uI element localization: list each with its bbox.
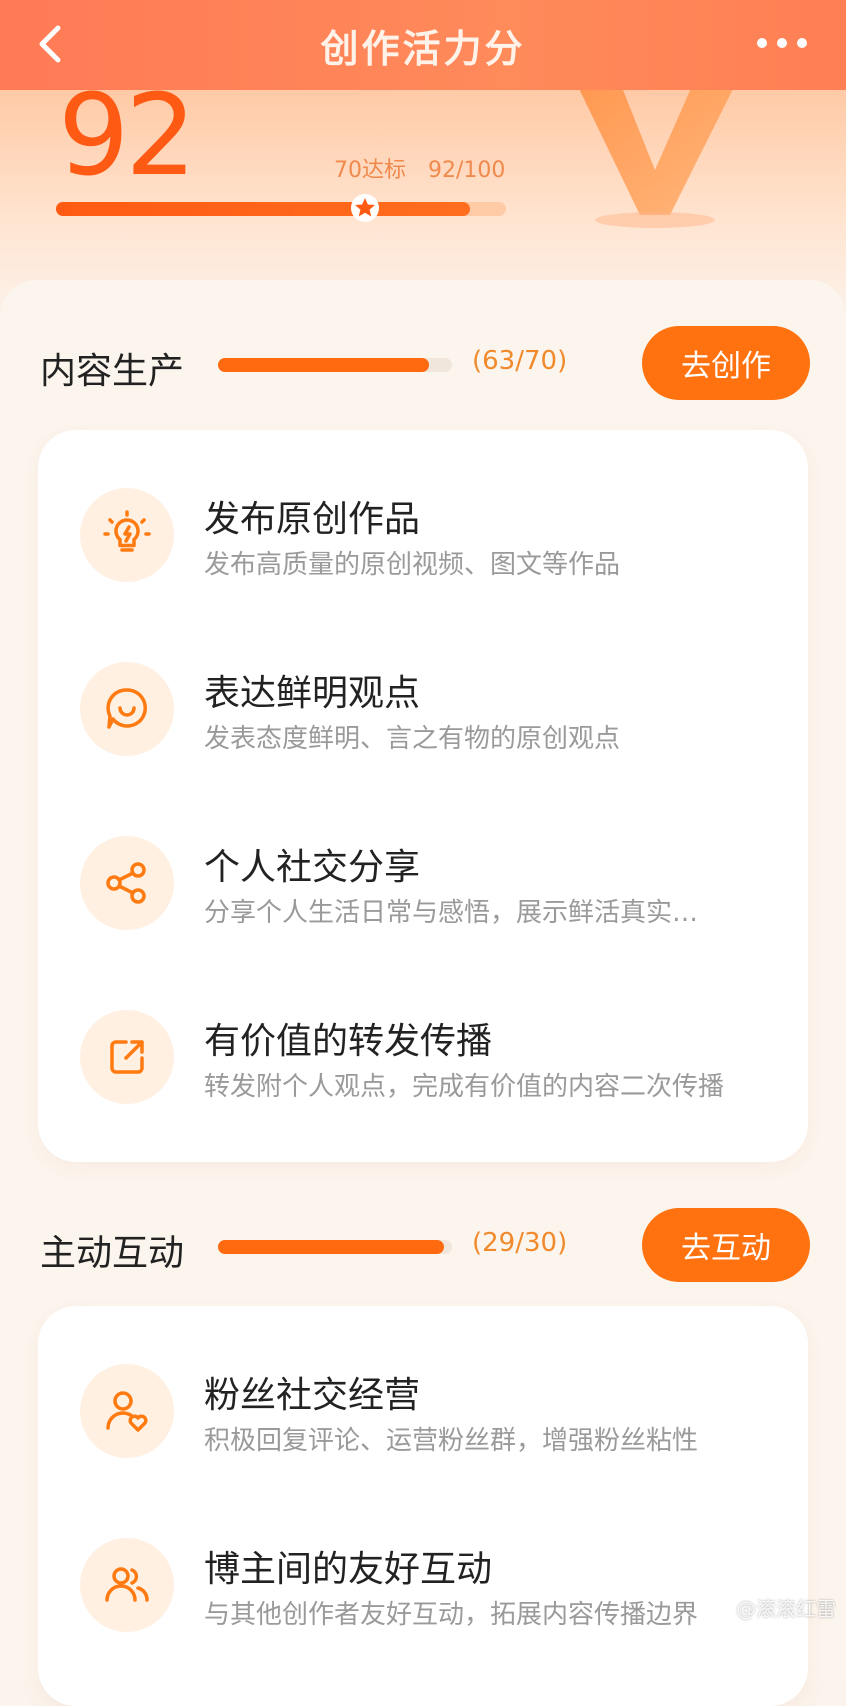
forward-icon bbox=[80, 1010, 174, 1104]
section-title: 内容生产 bbox=[40, 351, 185, 392]
share-icon bbox=[80, 836, 174, 930]
section-progress-bar bbox=[218, 358, 452, 372]
top-bar: 创作活力分 bbox=[0, 0, 846, 90]
section-progress-bar bbox=[218, 1240, 452, 1254]
list-item-express-opinion[interactable]: 表达鲜明观点 发表态度鲜明、言之有物的原创观点 bbox=[38, 642, 808, 762]
score-progress-fill bbox=[56, 202, 470, 216]
star-icon bbox=[351, 194, 379, 222]
item-desc: 分享个人生活日常与感悟，展示鲜活真实… bbox=[204, 898, 699, 928]
list-item-social-share[interactable]: 个人社交分享 分享个人生活日常与感悟，展示鲜活真实… bbox=[38, 816, 808, 936]
item-desc: 积极回复评论、运营粉丝群，增强粉丝粘性 bbox=[204, 1426, 699, 1456]
section-progress-fill bbox=[218, 358, 429, 372]
list-item-valuable-forward[interactable]: 有价值的转发传播 转发附个人观点，完成有价值的内容二次传播 bbox=[38, 990, 808, 1110]
item-desc: 转发附个人观点，完成有价值的内容二次传播 bbox=[204, 1072, 725, 1102]
go-create-button[interactable]: 去创作 bbox=[642, 326, 810, 400]
item-title: 表达鲜明观点 bbox=[204, 673, 421, 714]
more-icon[interactable] bbox=[754, 34, 810, 52]
content-production-card: 发布原创作品 发布高质量的原创视频、图文等作品 表达鲜明观点 发表态度鲜明、言之… bbox=[38, 430, 808, 1162]
score-progress-bar bbox=[56, 202, 506, 216]
item-title: 发布原创作品 bbox=[204, 499, 421, 540]
chat-smile-icon bbox=[80, 662, 174, 756]
item-title: 博主间的友好互动 bbox=[204, 1549, 493, 1590]
back-icon[interactable] bbox=[30, 22, 74, 66]
go-interact-button[interactable]: 去互动 bbox=[642, 1208, 810, 1282]
section-count: (29/30) bbox=[472, 1228, 568, 1258]
section-content-production: 内容生产 (63/70) 去创作 bbox=[40, 326, 810, 402]
score-labels: 70达标 92/100 bbox=[334, 152, 527, 184]
section-progress-fill bbox=[218, 1240, 445, 1254]
list-item-fan-social[interactable]: 粉丝社交经营 积极回复评论、运营粉丝群，增强粉丝粘性 bbox=[38, 1344, 808, 1464]
watermark: @滚滚红雷 bbox=[736, 1597, 836, 1621]
section-active-interaction: 主动互动 (29/30) 去互动 bbox=[40, 1208, 810, 1284]
item-desc: 与其他创作者友好互动，拓展内容传播边界 bbox=[204, 1600, 699, 1630]
score-progress-text: 92/100 bbox=[428, 158, 506, 183]
item-title: 有价值的转发传播 bbox=[204, 1021, 493, 1062]
list-item-publish-original[interactable]: 发布原创作品 发布高质量的原创视频、图文等作品 bbox=[38, 468, 808, 588]
lightbulb-icon bbox=[80, 488, 174, 582]
item-title: 粉丝社交经营 bbox=[204, 1375, 421, 1416]
item-title: 个人社交分享 bbox=[204, 847, 421, 888]
section-count: (63/70) bbox=[472, 346, 568, 376]
section-title: 主动互动 bbox=[40, 1233, 185, 1274]
active-interaction-card: 粉丝社交经营 积极回复评论、运营粉丝群，增强粉丝粘性 博主间的友好互动 与其他创… bbox=[38, 1306, 808, 1706]
page-title: 创作活力分 bbox=[320, 26, 526, 71]
target-label: 70达标 bbox=[334, 158, 406, 183]
item-desc: 发布高质量的原创视频、图文等作品 bbox=[204, 550, 621, 580]
fan-heart-icon bbox=[80, 1364, 174, 1458]
list-item-blogger-interaction[interactable]: 博主间的友好互动 与其他创作者友好互动，拓展内容传播边界 bbox=[38, 1518, 808, 1638]
users-icon bbox=[80, 1538, 174, 1632]
score-value: 92 bbox=[58, 71, 197, 201]
item-desc: 发表态度鲜明、言之有物的原创观点 bbox=[204, 724, 621, 754]
